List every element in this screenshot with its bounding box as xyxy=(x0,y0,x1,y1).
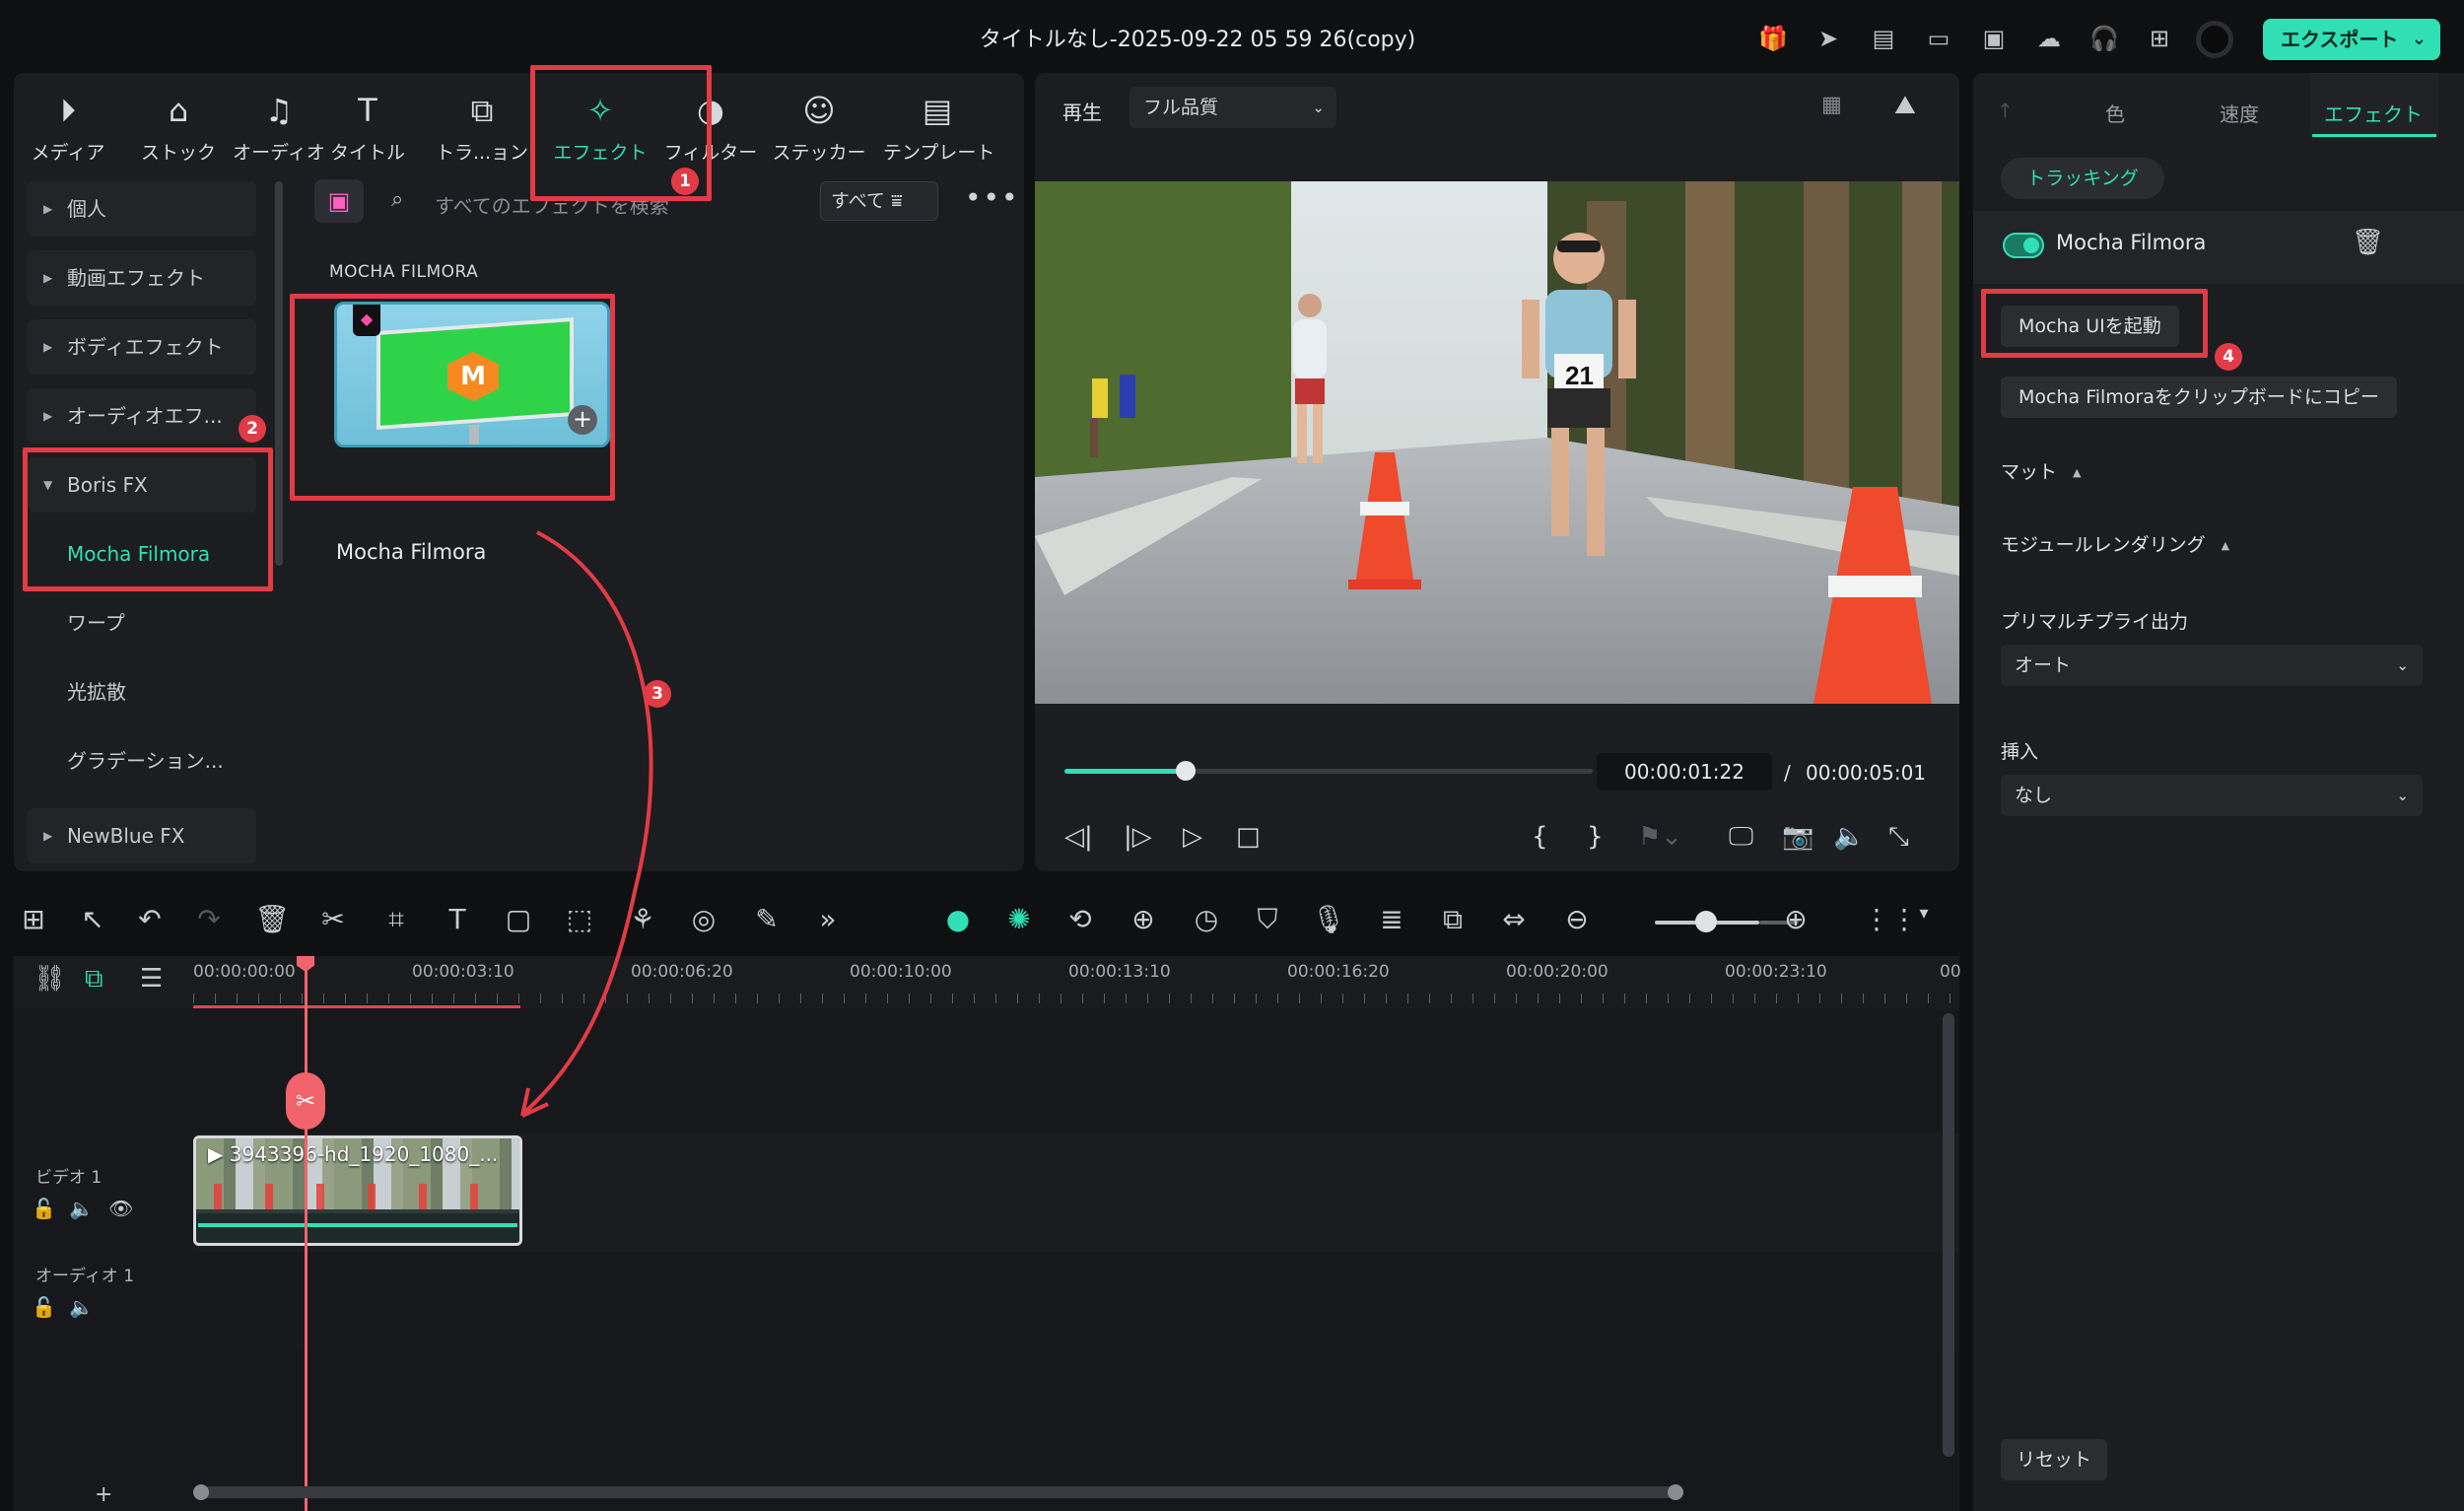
annotation-box-launch xyxy=(1981,289,2208,358)
annotation-drag-arrow xyxy=(520,530,653,1118)
app-window: タイトルなし-2025-09-22 05 59 26(copy) 🎁 ➤ ▤ ▭… xyxy=(0,0,2464,1511)
annotation-badge-4: 4 xyxy=(2215,343,2242,371)
annotation-badge-3: 3 xyxy=(644,680,671,708)
